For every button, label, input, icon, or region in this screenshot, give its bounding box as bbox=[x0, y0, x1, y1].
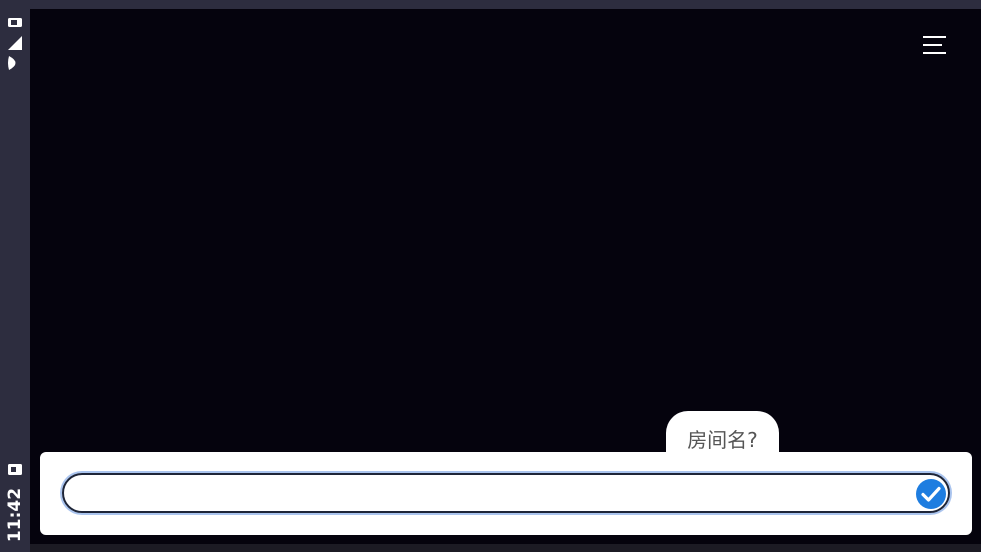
prompt-text: 房间名? bbox=[687, 428, 758, 452]
status-time: 11:42 bbox=[3, 488, 27, 542]
input-panel bbox=[40, 452, 972, 535]
menu-button[interactable] bbox=[918, 31, 952, 59]
room-name-field[interactable] bbox=[62, 473, 950, 513]
check-circle-icon[interactable] bbox=[915, 478, 947, 510]
wifi-icon bbox=[8, 56, 16, 70]
signal-icon bbox=[8, 36, 22, 50]
menu-icon bbox=[923, 36, 946, 54]
status-time-label: 11:42 bbox=[5, 487, 25, 543]
status-bar: 11:42 bbox=[0, 0, 30, 552]
bottom-bar bbox=[30, 544, 981, 552]
notification-icon bbox=[8, 18, 22, 27]
screenshot-icon bbox=[8, 464, 22, 475]
room-name-input[interactable] bbox=[80, 479, 904, 509]
top-bar bbox=[30, 0, 981, 9]
